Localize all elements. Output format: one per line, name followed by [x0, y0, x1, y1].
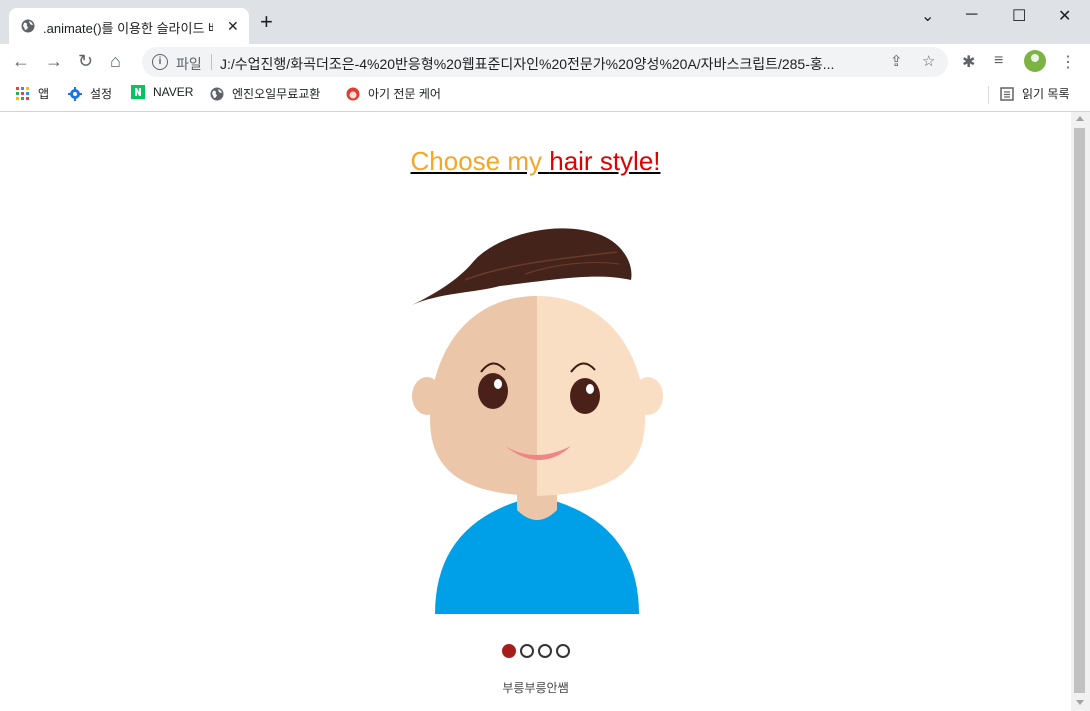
- divider: [211, 54, 212, 70]
- browser-toolbar: ← → ↻ ⌂ i 파일 J:/수업진행/화곡더조은-4%20반응형%20웹표준…: [0, 44, 1090, 80]
- forward-button[interactable]: →: [45, 51, 63, 71]
- info-icon[interactable]: i: [152, 54, 168, 70]
- bookmark-label: 앱: [38, 87, 50, 101]
- slide-dot-1[interactable]: [502, 644, 516, 658]
- bookmark-naver[interactable]: NAVER: [131, 85, 193, 99]
- bookmarks-bar: 앱 설정 NAVER 엔진오일무료교환 아기 전문 케어 읽기 목록: [0, 80, 1090, 112]
- naver-icon: [131, 85, 145, 99]
- media-control-icon[interactable]: ≡: [994, 52, 1003, 70]
- address-bar[interactable]: i 파일 J:/수업진행/화곡더조은-4%20반응형%20웹표준디자인%20전문…: [142, 47, 948, 77]
- reading-list-label: 읽기 목록: [1022, 87, 1070, 101]
- globe-icon: [210, 87, 224, 101]
- footer-credit: 부릉부릉안쌤: [502, 681, 569, 695]
- scrollbar-thumb[interactable]: [1074, 128, 1085, 693]
- browser-tab[interactable]: .animate()를 이용한 슬라이드 배 ✕: [9, 8, 249, 44]
- slide-dot-4[interactable]: [556, 644, 570, 658]
- page-title: Choose my hair style!: [0, 146, 1071, 177]
- slider-pagination: [502, 644, 572, 658]
- title-part-red: hair style!: [549, 146, 661, 176]
- globe-icon: [21, 19, 35, 33]
- bookmark-engine-oil[interactable]: 엔진오일무료교환: [210, 85, 320, 102]
- share-icon[interactable]: ⇪: [890, 52, 903, 70]
- extensions-icon[interactable]: ✱: [962, 52, 975, 72]
- slide-dot-2[interactable]: [520, 644, 534, 658]
- bookmark-label: 설정: [90, 87, 113, 101]
- tab-strip: .animate()를 이용한 슬라이드 배 ✕ + ⌄ ─ ☐ ✕: [0, 0, 1090, 44]
- back-button[interactable]: ←: [12, 51, 30, 71]
- browser-chrome: .animate()를 이용한 슬라이드 배 ✕ + ⌄ ─ ☐ ✕ ← → ↻…: [0, 0, 1090, 112]
- bookmark-label: 엔진오일무료교환: [232, 87, 321, 101]
- bookmark-label: NAVER: [153, 85, 194, 99]
- reload-button[interactable]: ↻: [78, 51, 93, 71]
- menu-icon[interactable]: ⋮: [1060, 52, 1076, 72]
- slide-dot-3[interactable]: [538, 644, 552, 658]
- close-tab-icon[interactable]: ✕: [227, 18, 239, 35]
- title-part-orange: Choose my: [410, 146, 550, 176]
- tab-title: .animate()를 이용한 슬라이드 배: [43, 21, 213, 36]
- maximize-button[interactable]: ☐: [1012, 6, 1026, 26]
- gear-icon: [68, 87, 82, 101]
- baby-care-icon: [346, 87, 360, 101]
- bookmark-star-icon[interactable]: ☆: [922, 52, 935, 70]
- url-scheme-label: 파일: [176, 56, 202, 72]
- divider: [988, 86, 989, 104]
- url-text[interactable]: J:/수업진행/화곡더조은-4%20반응형%20웹표준디자인%20전문가%20양…: [220, 54, 870, 74]
- bookmark-apps[interactable]: 앱: [16, 85, 49, 102]
- scroll-up-arrow-icon[interactable]: [1076, 116, 1084, 121]
- reading-list-button[interactable]: 읽기 목록: [1000, 85, 1070, 102]
- scroll-down-arrow-icon[interactable]: [1076, 700, 1084, 705]
- close-window-button[interactable]: ✕: [1058, 6, 1071, 26]
- hair-style-slide-image: [412, 228, 663, 614]
- bookmark-baby-care[interactable]: 아기 전문 케어: [346, 85, 441, 102]
- vertical-scrollbar[interactable]: [1071, 112, 1090, 711]
- chevron-down-icon[interactable]: ⌄: [921, 6, 934, 26]
- profile-avatar[interactable]: [1024, 50, 1046, 72]
- page-viewport: Choose my hair style! 부릉부릉안쌤: [0, 112, 1071, 711]
- bookmark-label: 아기 전문 케어: [368, 87, 441, 101]
- new-tab-button[interactable]: +: [260, 11, 273, 33]
- reading-list-icon: [1000, 87, 1014, 101]
- bookmark-settings[interactable]: 설정: [68, 85, 112, 102]
- home-button[interactable]: ⌂: [110, 51, 121, 71]
- apps-grid-icon: [16, 87, 29, 100]
- minimize-button[interactable]: ─: [966, 6, 977, 24]
